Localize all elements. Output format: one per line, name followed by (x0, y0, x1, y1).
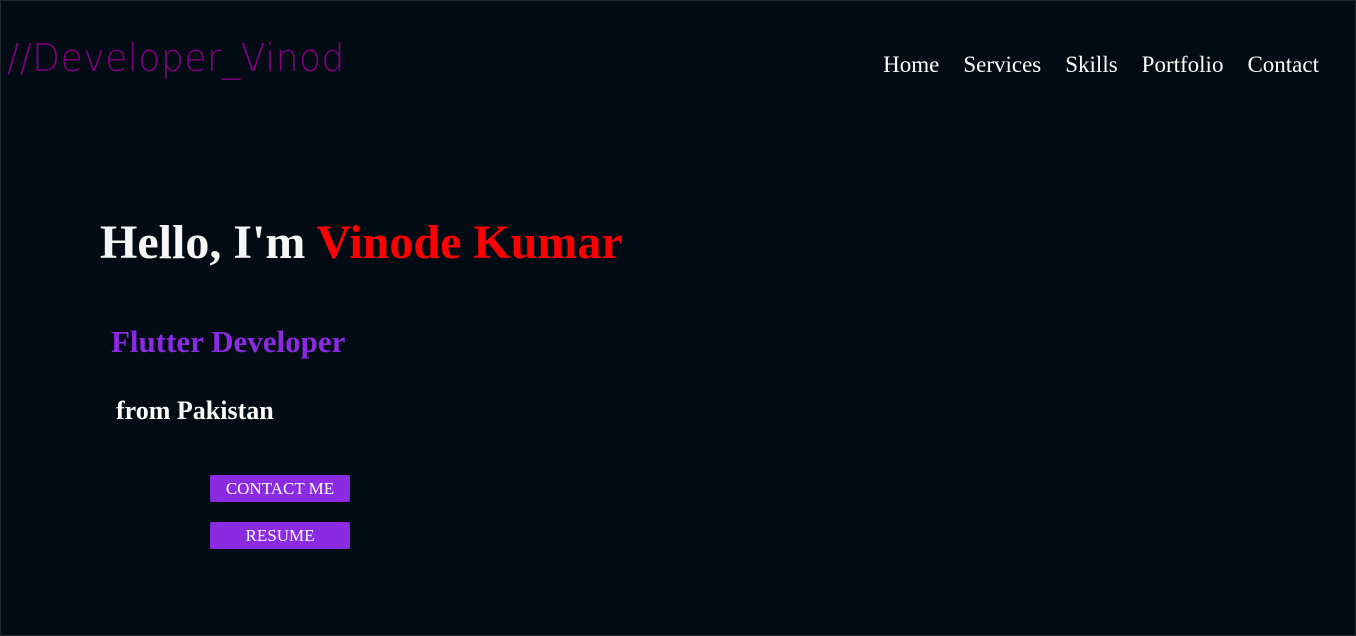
nav-home-link[interactable]: Home (883, 53, 939, 76)
nav-contact-link[interactable]: Contact (1247, 53, 1319, 76)
contact-me-button[interactable]: CONTACT ME (210, 475, 350, 502)
site-logo[interactable]: //Developer_Vinod (7, 39, 345, 77)
hero-role: Flutter Developer (111, 324, 346, 359)
main-nav: Home Services Skills Portfolio Contact (883, 53, 1319, 76)
hero-origin: from Pakistan (116, 396, 274, 425)
nav-portfolio-link[interactable]: Portfolio (1142, 53, 1224, 76)
hero-greeting: Hello, I'm (100, 216, 317, 269)
nav-services-link[interactable]: Services (963, 53, 1041, 76)
nav-skills-link[interactable]: Skills (1065, 53, 1117, 76)
hero-name: Vinode Kumar (316, 216, 623, 269)
hero-title: Hello, I'm Vinode Kumar (100, 219, 623, 267)
resume-button[interactable]: RESUME (210, 522, 350, 549)
